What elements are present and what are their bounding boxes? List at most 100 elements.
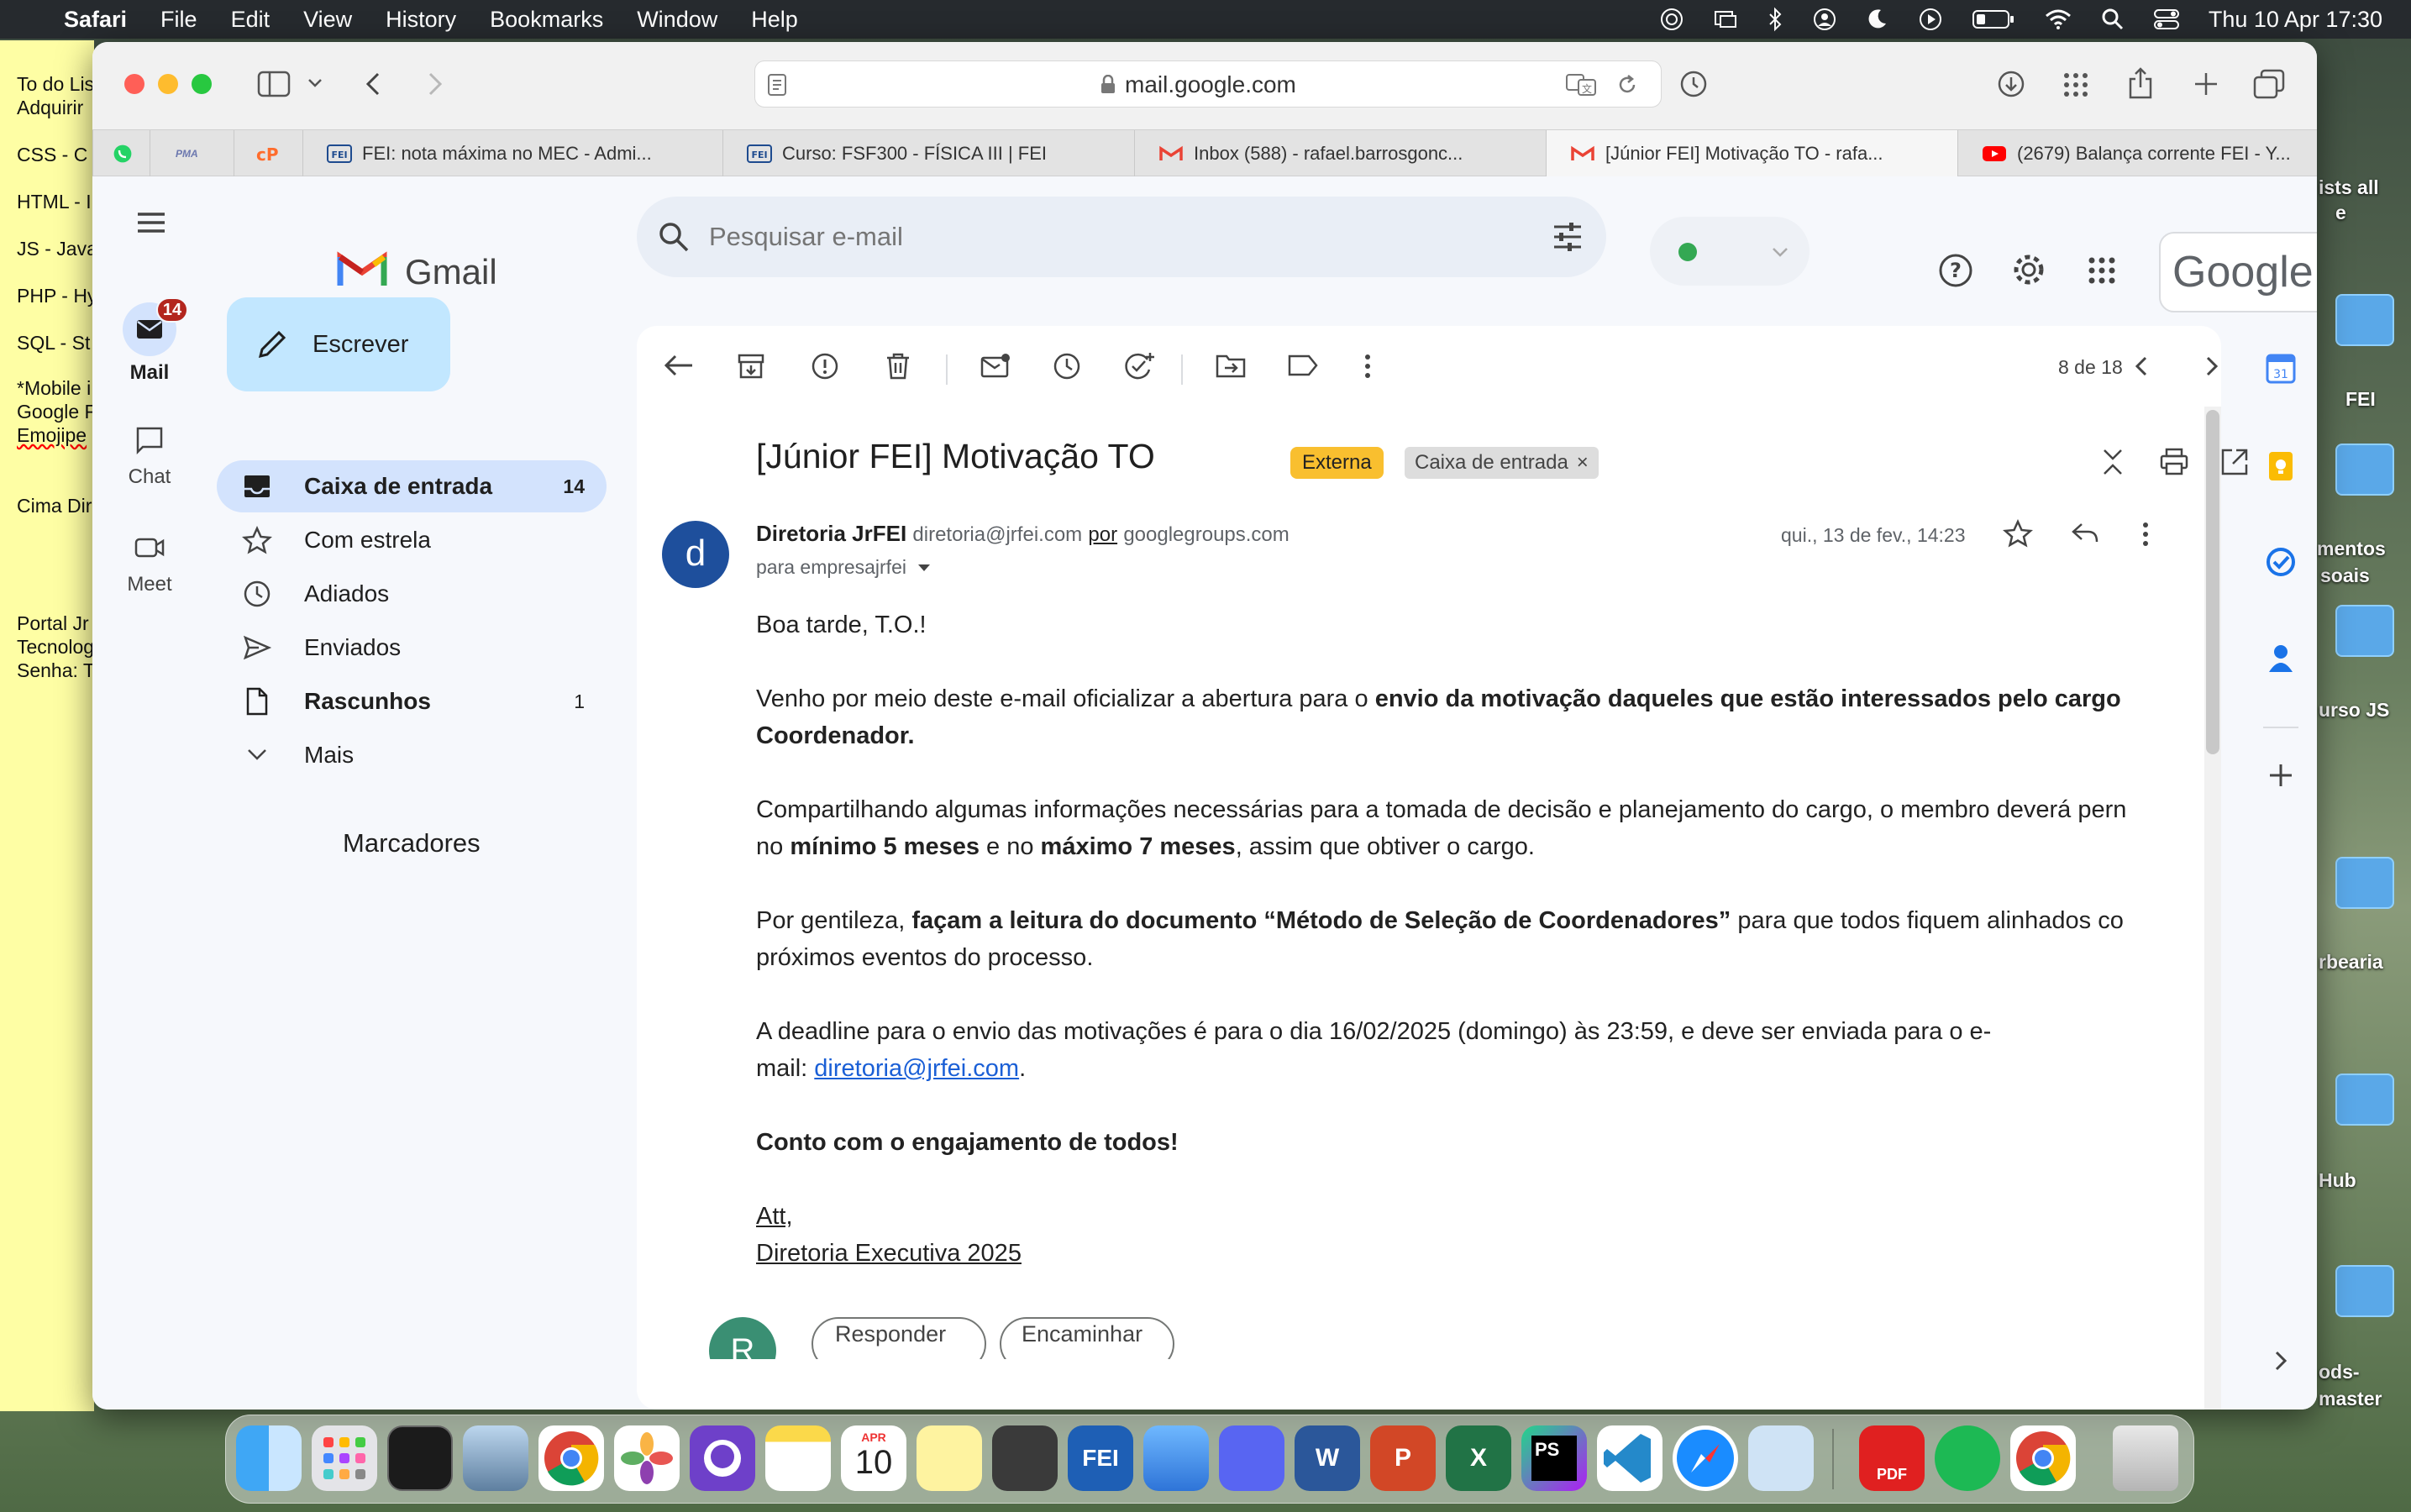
- nav-snoozed[interactable]: Adiados: [217, 568, 607, 620]
- wifi-icon[interactable]: [2044, 8, 2072, 31]
- sticky-note[interactable]: To do Lis Adquirir CSS - C HTML - I JS -…: [0, 40, 97, 1411]
- menu-bookmarks[interactable]: Bookmarks: [490, 7, 603, 33]
- history-clock-icon[interactable]: [1678, 69, 1709, 99]
- search-input[interactable]: [709, 215, 1465, 259]
- photos-icon[interactable]: [614, 1425, 680, 1491]
- nav-drafts[interactable]: Rascunhos 1: [217, 675, 607, 727]
- rail-chat[interactable]: Chat: [111, 425, 188, 489]
- move-to-icon[interactable]: [1215, 351, 1247, 380]
- more-vert-icon[interactable]: [2140, 519, 2151, 549]
- label-icon[interactable]: [1287, 351, 1319, 380]
- rail-meet[interactable]: Meet: [111, 533, 188, 596]
- tab-gmail-inbox[interactable]: Inbox (588) - rafael.barrosgonc...: [1134, 130, 1546, 177]
- zoom-window-button[interactable]: [192, 74, 212, 94]
- remove-label-icon[interactable]: ×: [1577, 447, 1589, 479]
- extensions-grid-icon[interactable]: [2062, 71, 2090, 99]
- tab-cpanel[interactable]: cP: [234, 130, 302, 177]
- tab-gmail-email[interactable]: [Júnior FEI] Motivação TO - rafa...: [1546, 130, 1957, 177]
- desktop-folder-icon[interactable]: [2335, 1074, 2394, 1126]
- report-spam-icon[interactable]: [810, 351, 840, 381]
- menu-view[interactable]: View: [303, 7, 352, 33]
- launchpad-icon[interactable]: [312, 1425, 377, 1491]
- desktop-folder-icon[interactable]: [2335, 294, 2394, 346]
- phpstorm-icon[interactable]: PS: [1521, 1425, 1587, 1491]
- focus-moon-icon[interactable]: [1866, 7, 1889, 32]
- excel-icon[interactable]: X: [1446, 1425, 1511, 1491]
- powerpoint-icon[interactable]: P: [1370, 1425, 1436, 1491]
- share-icon[interactable]: [2127, 67, 2154, 101]
- tasks-icon[interactable]: [2265, 546, 2297, 578]
- downloads-icon[interactable]: [1996, 69, 2026, 99]
- main-menu-icon[interactable]: [134, 210, 168, 235]
- now-playing-icon[interactable]: [1918, 7, 1943, 32]
- back-icon[interactable]: [363, 71, 383, 97]
- sidebar-toggle-icon[interactable]: [257, 71, 291, 97]
- snooze-clock-icon[interactable]: [1052, 351, 1082, 381]
- nav-sent[interactable]: Enviados: [217, 622, 607, 674]
- nav-inbox[interactable]: Caixa de entrada 14: [217, 460, 607, 512]
- control-center-icon[interactable]: [2153, 8, 2180, 31]
- settings-gear-icon[interactable]: [2009, 250, 2048, 289]
- airdrop-icon[interactable]: [1659, 7, 1684, 32]
- notes-icon[interactable]: [765, 1425, 831, 1491]
- pdf-file-icon[interactable]: PDF: [1859, 1425, 1925, 1491]
- tab-fei-course[interactable]: FEI Curso: FSF300 - FÍSICA III | FEI: [722, 130, 1134, 177]
- address-bar[interactable]: mail.google.com 文: [754, 60, 1662, 108]
- chevron-down-icon[interactable]: [307, 77, 323, 89]
- status-selector[interactable]: [1650, 217, 1810, 286]
- desktop-folder-icon[interactable]: [2335, 605, 2394, 657]
- email-link[interactable]: diretoria@jrfei.com: [814, 1055, 1019, 1082]
- collapse-all-icon[interactable]: [2100, 447, 2125, 477]
- reload-icon[interactable]: [1615, 73, 1639, 97]
- new-tab-icon[interactable]: [2193, 71, 2219, 97]
- delete-icon[interactable]: [884, 351, 912, 381]
- calendar-app-icon[interactable]: APR 10: [841, 1425, 906, 1491]
- reader-mode-icon[interactable]: [767, 73, 787, 97]
- stickies-icon[interactable]: [917, 1425, 982, 1491]
- calendar-icon[interactable]: 31: [2265, 353, 2297, 385]
- safari-icon[interactable]: [1673, 1425, 1738, 1491]
- reply-icon[interactable]: [2070, 519, 2100, 546]
- search-filters-icon[interactable]: [1551, 220, 1584, 254]
- spotlight-search-icon[interactable]: [2101, 8, 2125, 31]
- chrome-app-icon[interactable]: [2010, 1425, 2076, 1491]
- rail-mail[interactable]: 14 Mail: [111, 297, 188, 385]
- via-link[interactable]: por: [1088, 523, 1117, 546]
- close-window-button[interactable]: [124, 74, 144, 94]
- add-task-icon[interactable]: [1122, 351, 1156, 383]
- mail-app-icon[interactable]: [1143, 1425, 1209, 1491]
- contacts-icon[interactable]: [2267, 642, 2295, 674]
- trash-icon[interactable]: [2113, 1425, 2178, 1491]
- translate-icon[interactable]: 文: [1565, 71, 1599, 98]
- print-icon[interactable]: [2159, 447, 2189, 477]
- google-apps-icon[interactable]: [2087, 255, 2117, 286]
- search-bar[interactable]: [637, 197, 1606, 277]
- tab-youtube[interactable]: (2679) Balança corrente FEI - Y...: [1957, 130, 2317, 177]
- bluetooth-icon[interactable]: [1767, 7, 1783, 32]
- tab-fei-news[interactable]: FEI FEI: nota máxima no MEC - Admi...: [302, 130, 722, 177]
- show-details-icon[interactable]: [917, 563, 932, 573]
- search-icon[interactable]: [657, 220, 691, 254]
- desktop-folder-icon[interactable]: [2335, 444, 2394, 496]
- menu-help[interactable]: Help: [751, 7, 798, 33]
- scrollbar-thumb[interactable]: [2206, 410, 2219, 754]
- help-icon[interactable]: ?: [1937, 252, 1974, 289]
- mark-unread-icon[interactable]: [980, 351, 1011, 381]
- add-addon-icon[interactable]: [2268, 763, 2293, 788]
- word-icon[interactable]: W: [1295, 1425, 1360, 1491]
- minimize-window-button[interactable]: [158, 74, 178, 94]
- preview-icon[interactable]: [463, 1425, 528, 1491]
- keep-notes-icon[interactable]: [2265, 450, 2297, 482]
- tab-overview-icon[interactable]: [2253, 69, 2285, 99]
- calculator-icon[interactable]: [992, 1425, 1058, 1491]
- archive-icon[interactable]: [736, 351, 766, 381]
- tab-whatsapp[interactable]: [92, 130, 150, 177]
- finder-icon[interactable]: [236, 1425, 302, 1491]
- reply-button[interactable]: Responder: [812, 1317, 986, 1359]
- compose-button[interactable]: Escrever: [227, 297, 450, 391]
- star-icon[interactable]: [2003, 519, 2033, 548]
- older-email-icon[interactable]: [2201, 351, 2221, 381]
- discord-icon[interactable]: [1219, 1425, 1284, 1491]
- menu-window[interactable]: Window: [637, 7, 717, 33]
- network-utility-icon[interactable]: [1748, 1425, 1814, 1491]
